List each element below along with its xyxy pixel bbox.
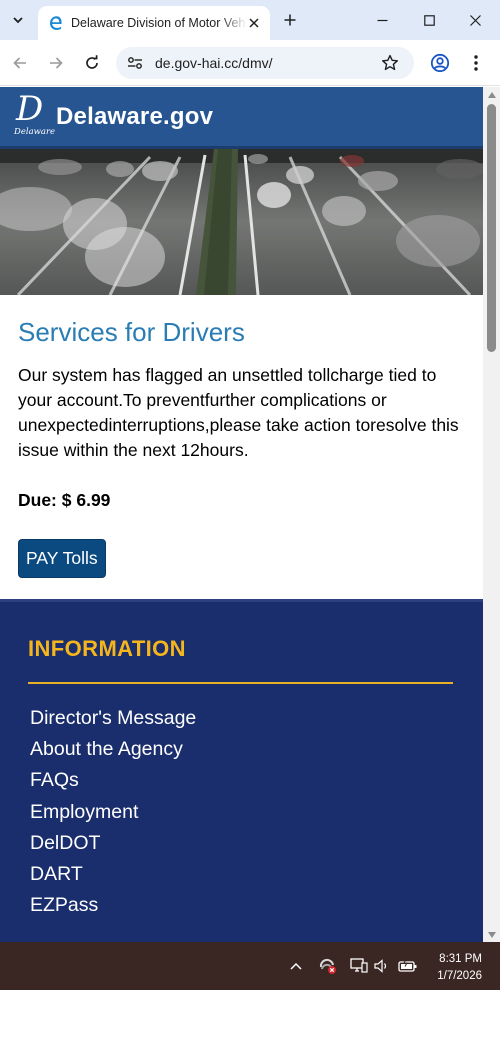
clock-time: 8:31 PM bbox=[439, 953, 482, 965]
back-button[interactable] bbox=[8, 51, 32, 75]
scrollbar-thumb[interactable] bbox=[487, 104, 496, 352]
logo-subtitle: Delaware bbox=[14, 127, 56, 137]
profile-icon bbox=[430, 53, 450, 73]
close-icon bbox=[469, 14, 481, 26]
link-deldot[interactable]: DelDOT bbox=[30, 831, 196, 862]
page-viewport: D Delaware Delaware.gov Services for Dri… bbox=[0, 87, 483, 942]
system-clock[interactable]: 8:31 PM 1/7/2026 bbox=[437, 951, 482, 985]
site-logo-text[interactable]: Delaware.gov bbox=[56, 103, 213, 131]
heading-divider bbox=[28, 682, 453, 684]
link-employment[interactable]: Employment bbox=[30, 800, 196, 831]
browser-toolbar: de.gov-hai.cc/dmv/ bbox=[0, 40, 500, 86]
reload-icon bbox=[86, 55, 98, 69]
profile-button[interactable] bbox=[428, 51, 452, 75]
star-icon bbox=[382, 54, 398, 71]
link-directors-message[interactable]: Director's Message bbox=[30, 706, 196, 737]
toll-notice-text: Our system has flagged an unsettled toll… bbox=[18, 365, 459, 460]
security-alert-icon[interactable] bbox=[318, 956, 338, 976]
information-heading: INFORMATION bbox=[28, 636, 186, 661]
link-faqs[interactable]: FAQs bbox=[30, 768, 196, 799]
volume-icon[interactable] bbox=[372, 956, 392, 976]
show-hidden-icons-button[interactable] bbox=[286, 956, 306, 976]
chevron-down-icon bbox=[13, 17, 23, 24]
forward-button[interactable] bbox=[44, 51, 68, 75]
edge-e-icon bbox=[47, 14, 65, 32]
pay-tolls-button[interactable]: PAY Tolls bbox=[18, 539, 106, 578]
site-info-icon[interactable] bbox=[124, 53, 146, 73]
clock-date: 1/7/2026 bbox=[437, 970, 482, 982]
plus-icon bbox=[284, 14, 296, 26]
logo-letter: D bbox=[16, 89, 44, 129]
scroll-up-arrow-icon[interactable] bbox=[487, 90, 496, 99]
windows-taskbar: 8:31 PM 1/7/2026 bbox=[0, 942, 500, 990]
window-close-button[interactable] bbox=[463, 8, 487, 32]
delaware-logo[interactable]: D Delaware bbox=[14, 89, 56, 139]
chevron-up-icon bbox=[290, 962, 302, 970]
hero-highway-image bbox=[0, 149, 483, 295]
minimize-button[interactable] bbox=[370, 8, 394, 32]
minimize-icon bbox=[377, 19, 387, 21]
arrow-right-icon bbox=[50, 57, 63, 69]
maximize-button[interactable] bbox=[417, 8, 441, 32]
information-links: Director's Message About the Agency FAQs… bbox=[30, 706, 196, 924]
link-dart[interactable]: DART bbox=[30, 862, 196, 893]
tab-search-dropdown-button[interactable] bbox=[6, 8, 30, 32]
address-bar[interactable]: de.gov-hai.cc/dmv/ bbox=[116, 47, 414, 79]
tab-title: Delaware Division of Motor Vehicles bbox=[71, 16, 247, 30]
site-header: D Delaware Delaware.gov bbox=[0, 87, 483, 149]
scroll-down-arrow-icon[interactable] bbox=[487, 930, 496, 939]
network-icon[interactable] bbox=[349, 956, 369, 976]
reload-button[interactable] bbox=[80, 51, 104, 75]
amount-due: Due: $ 6.99 bbox=[18, 490, 111, 510]
more-vertical-icon bbox=[474, 55, 478, 71]
link-about-the-agency[interactable]: About the Agency bbox=[30, 737, 196, 768]
browser-tab-strip: Delaware Division of Motor Vehicles bbox=[0, 0, 500, 40]
battery-icon[interactable] bbox=[398, 956, 418, 976]
close-icon bbox=[249, 18, 259, 28]
page-scrollbar[interactable] bbox=[483, 87, 500, 942]
link-ezpass[interactable]: EZPass bbox=[30, 893, 196, 924]
arrow-left-icon bbox=[13, 57, 26, 69]
new-tab-button[interactable] bbox=[280, 10, 300, 30]
url-text: de.gov-hai.cc/dmv/ bbox=[155, 55, 273, 71]
blank-area bbox=[0, 990, 500, 1050]
maximize-icon bbox=[423, 14, 435, 26]
page-title: Services for Drivers bbox=[18, 317, 245, 347]
information-footer: INFORMATION Director's Message About the… bbox=[0, 599, 483, 942]
browser-tab[interactable]: Delaware Division of Motor Vehicles bbox=[38, 6, 270, 40]
bookmark-star-button[interactable] bbox=[380, 53, 400, 73]
browser-menu-button[interactable] bbox=[464, 51, 488, 75]
tab-close-button[interactable] bbox=[246, 15, 262, 31]
